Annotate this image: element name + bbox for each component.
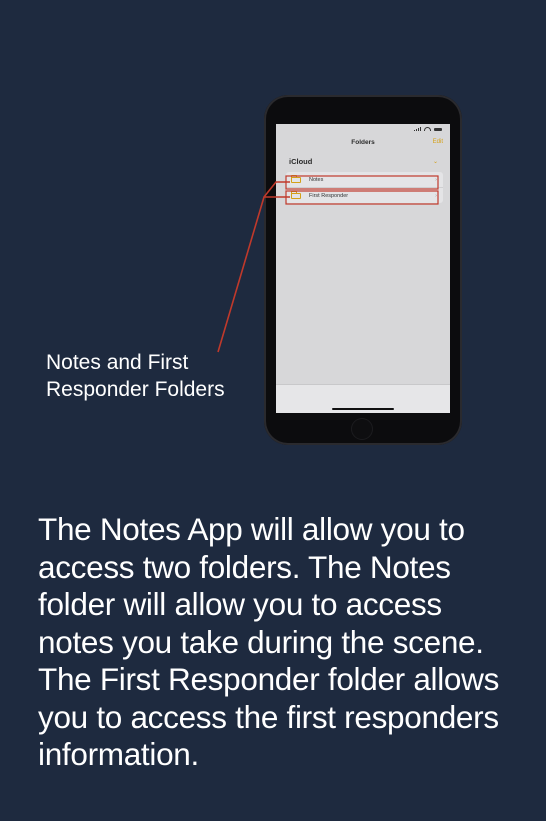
folder-list: Notes › First Responder › xyxy=(286,172,443,203)
chevron-right-icon: › xyxy=(435,192,437,199)
phone-mockup: Folders Edit iCloud ⌄ Notes › First Resp… xyxy=(264,95,462,445)
folder-label: Notes xyxy=(309,176,324,183)
status-bar xyxy=(276,124,450,134)
status-icons xyxy=(414,127,442,131)
nav-title: Folders xyxy=(351,139,375,146)
chevron-right-icon: › xyxy=(435,176,437,183)
phone-screen: Folders Edit iCloud ⌄ Notes › First Resp… xyxy=(276,124,450,413)
icloud-section-header[interactable]: iCloud ⌄ xyxy=(289,156,438,166)
home-indicator xyxy=(332,408,394,410)
section-title: iCloud xyxy=(289,156,313,166)
bottom-toolbar xyxy=(276,384,450,413)
folder-icon xyxy=(291,190,301,199)
battery-icon xyxy=(434,127,442,131)
home-button[interactable] xyxy=(352,419,372,439)
folder-item-notes[interactable]: Notes › xyxy=(286,172,443,187)
callout-label: Notes and First Responder Folders xyxy=(46,351,225,401)
signal-icon xyxy=(414,127,421,131)
wifi-icon xyxy=(424,127,431,131)
folder-item-first-responder[interactable]: First Responder › xyxy=(286,187,443,203)
chevron-down-icon[interactable]: ⌄ xyxy=(433,158,438,165)
edit-button[interactable]: Edit xyxy=(433,139,443,145)
folder-icon xyxy=(291,174,301,183)
folder-label: First Responder xyxy=(309,192,349,199)
description-text: The Notes App will allow you to access t… xyxy=(38,511,500,772)
